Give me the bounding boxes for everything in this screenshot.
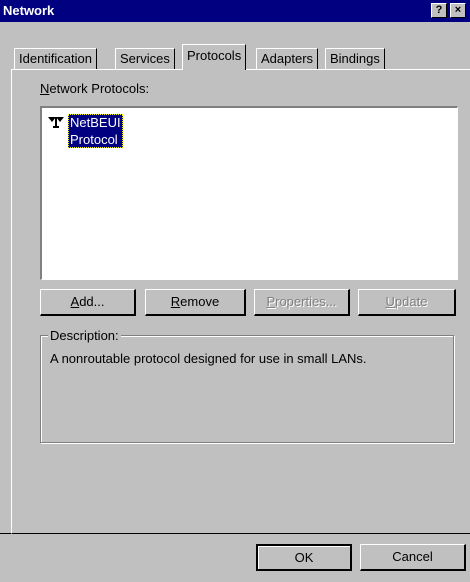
- protocols-listbox[interactable]: NetBEUI Protocol: [40, 106, 458, 280]
- close-icon: ×: [454, 4, 462, 16]
- close-button[interactable]: ×: [450, 3, 466, 18]
- add-button-label: dd...: [79, 294, 105, 309]
- network-protocols-label-rest: etwork Protocols:: [49, 81, 150, 96]
- ok-button-label: OK: [294, 550, 314, 565]
- tab-bindings[interactable]: Bindings: [325, 48, 385, 69]
- update-button-label: pdate: [394, 294, 428, 309]
- update-button-mnemonic: U: [385, 294, 395, 309]
- remove-button-mnemonic: R: [170, 294, 181, 309]
- properties-button[interactable]: Properties...: [254, 289, 350, 316]
- add-button[interactable]: Add...: [40, 289, 136, 316]
- tab-identification[interactable]: Identification: [14, 48, 97, 69]
- network-protocol-icon: [48, 117, 64, 128]
- tab-bindings-label: Bindings: [330, 51, 380, 66]
- tab-identification-label: Identification: [19, 51, 92, 66]
- ok-button[interactable]: OK: [256, 544, 352, 571]
- window-title: Network: [3, 3, 55, 18]
- properties-button-label: roperties...: [275, 294, 337, 309]
- update-button[interactable]: Update: [358, 289, 456, 316]
- network-protocols-label-mnemonic: N: [40, 81, 50, 96]
- help-button[interactable]: ?: [431, 3, 447, 18]
- cancel-button-label: Cancel: [392, 549, 433, 564]
- tab-services[interactable]: Services: [115, 48, 175, 69]
- description-text: A nonroutable protocol designed for use …: [50, 351, 367, 366]
- description-legend: Description:: [48, 328, 121, 343]
- add-button-mnemonic: A: [70, 294, 80, 309]
- title-bar[interactable]: Network ? ×: [0, 0, 470, 22]
- remove-button-label: emove: [180, 294, 220, 309]
- remove-button[interactable]: Remove: [145, 289, 246, 316]
- tab-protocols-label: Protocols: [187, 48, 242, 63]
- tab-services-label: Services: [120, 51, 170, 66]
- help-icon: ?: [435, 4, 443, 16]
- tab-protocols[interactable]: Protocols: [182, 44, 247, 70]
- properties-button-mnemonic: P: [266, 294, 276, 309]
- tab-adapters[interactable]: Adapters: [256, 48, 319, 69]
- tab-adapters-label: Adapters: [261, 51, 314, 66]
- list-item-label: NetBEUI Protocol: [68, 114, 123, 148]
- network-protocols-label: Network Protocols:: [40, 81, 149, 96]
- cancel-button[interactable]: Cancel: [360, 544, 466, 571]
